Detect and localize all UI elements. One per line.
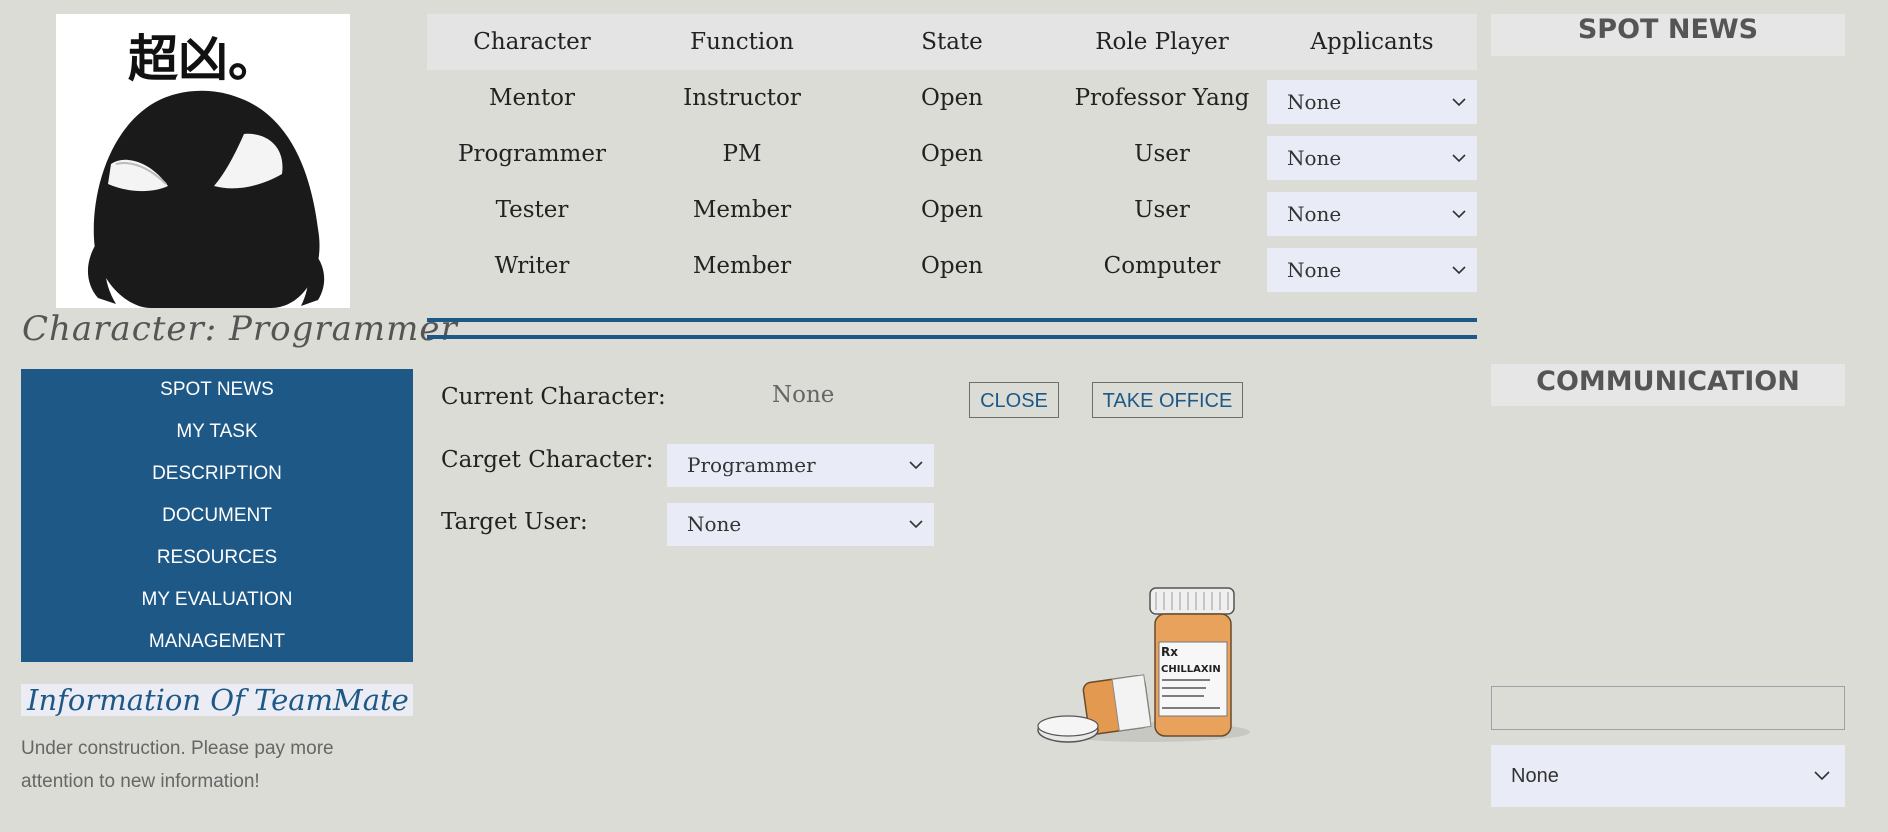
pill-bottle-label: CHILLAXIN [1161,664,1221,675]
table-row: Mentor Instructor Open Professor Yang No… [427,70,1477,126]
cell-state: Open [920,197,983,223]
cell-state: Open [920,85,983,111]
cell-character: Writer [494,253,570,279]
table-header-row: Character Function State Role Player App… [427,14,1477,70]
cell-character: Programmer [458,141,606,167]
column-header-function: Function [690,29,794,55]
applicants-select[interactable]: None [1267,248,1477,292]
applicants-select[interactable]: None [1267,80,1477,124]
cell-role-player: User [1134,197,1190,223]
nav-item-my-task[interactable]: MY TASK [21,419,413,461]
nav-item-spot-news[interactable]: SPOT NEWS [21,377,413,419]
column-header-character: Character [473,29,591,55]
applicants-select[interactable]: None [1267,136,1477,180]
spot-news-heading: SPOT NEWS [1491,14,1845,56]
teammate-info-heading: Information Of TeamMate [21,684,413,716]
take-office-button[interactable]: TAKE OFFICE [1092,382,1243,418]
section-divider [427,335,1477,339]
applicants-select[interactable]: None [1267,192,1477,236]
chevron-down-icon [1451,248,1467,307]
main-nav-menu: SPOT NEWS MY TASK DESCRIPTION DOCUMENT R… [21,369,413,662]
cell-role-player: User [1134,141,1190,167]
cell-state: Open [920,253,983,279]
target-user-select[interactable]: None [667,503,934,546]
roles-table: Character Function State Role Player App… [427,14,1477,309]
table-row: Programmer PM Open User None [427,126,1477,182]
cell-function: Member [692,197,792,223]
target-character-select-value: Programmer [687,453,816,477]
character-title: Character: Programmer [22,309,458,349]
section-divider [427,318,1477,322]
column-header-applicants: Applicants [1310,29,1434,55]
communication-heading: COMMUNICATION [1491,364,1845,406]
target-user-label: Target User: [441,509,588,535]
cell-character: Tester [495,197,569,223]
cell-role-player: Professor Yang [1074,85,1250,111]
message-input[interactable] [1491,686,1845,730]
nav-item-description[interactable]: DESCRIPTION [21,461,413,503]
nav-item-document[interactable]: DOCUMENT [21,503,413,545]
current-character-value: None [772,382,835,408]
cell-function: Instructor [683,85,801,111]
recipient-select-value: None [1511,765,1559,787]
teammate-info-text: Under construction. Please pay more atte… [21,738,334,792]
nav-item-management[interactable]: MANAGEMENT [21,629,413,671]
avatar-caption: 超凶。 [128,30,278,88]
target-character-select[interactable]: Programmer [667,444,934,487]
column-header-role-player: Role Player [1095,29,1229,55]
cell-state: Open [920,141,983,167]
applicants-select-value: None [1287,258,1342,282]
cell-character: Mentor [488,85,576,111]
close-button[interactable]: CLOSE [969,382,1059,418]
svg-text:Rx: Rx [1161,645,1178,659]
table-row: Tester Member Open User None [427,182,1477,238]
avatar: 超凶。 [56,14,350,308]
target-character-label: Carget Character: [441,447,654,473]
pill-bottle-illustration: Rx CHILLAXIN [1030,582,1260,754]
cell-function: Member [692,253,792,279]
applicants-select-value: None [1287,202,1342,226]
applicants-select-value: None [1287,146,1342,170]
angry-blob-avatar-image: 超凶。 [87,30,325,308]
recipient-select[interactable]: None [1491,745,1845,807]
table-row: Writer Member Open Computer None [427,238,1477,294]
column-header-state: State [921,29,983,55]
target-user-select-value: None [687,512,742,536]
cell-role-player: Computer [1103,253,1221,279]
current-character-label: Current Character: [441,384,666,410]
nav-item-my-evaluation[interactable]: MY EVALUATION [21,587,413,629]
applicants-select-value: None [1287,90,1342,114]
nav-item-resources[interactable]: RESOURCES [21,545,413,587]
chevron-down-icon [908,444,924,502]
chevron-down-icon [908,503,924,561]
cell-function: PM [722,141,762,167]
